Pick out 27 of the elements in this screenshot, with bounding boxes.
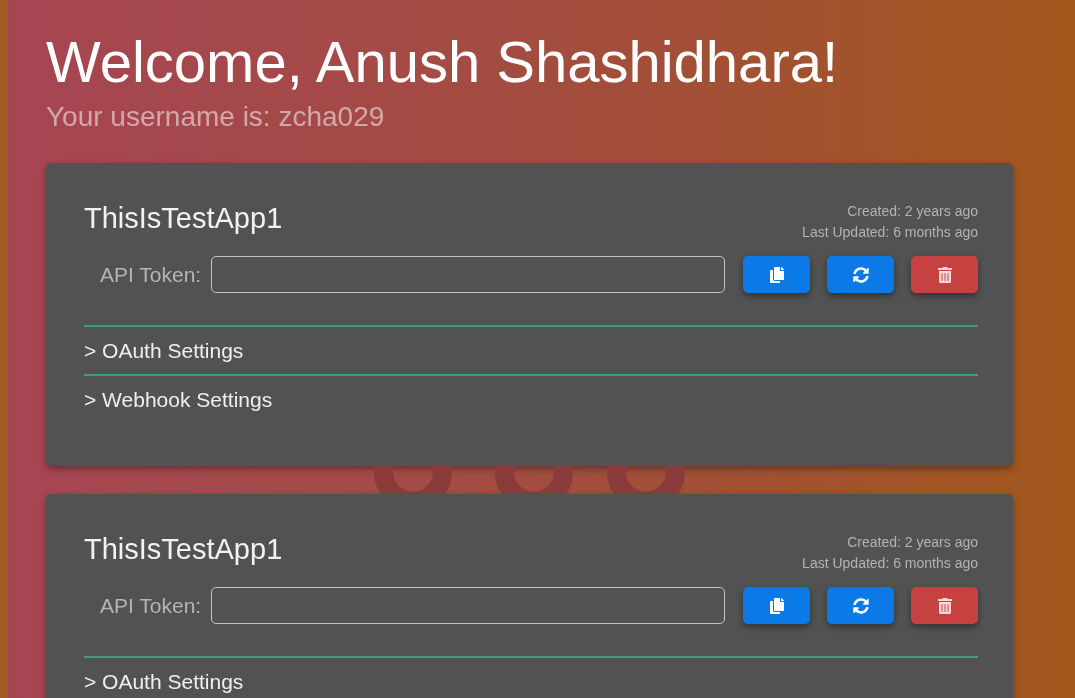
welcome-heading: Welcome, Anush Shashidhara! [46,29,840,96]
settings-section-toggle[interactable]: > OAuth Settings [84,656,978,698]
delete-button[interactable] [911,256,978,294]
copy-icon [768,597,785,614]
updated-text: Last Updated: 6 months ago [802,223,978,243]
trash-icon [936,266,953,283]
created-text: Created: 2 years ago [847,202,978,222]
username-text: Your username is: zcha029 [46,99,386,134]
app-title: ThisIsTestApp1 [84,532,283,568]
api-token-label: API Token: [100,593,202,618]
copy-button[interactable] [743,587,810,625]
copy-icon [768,266,785,283]
created-text: Created: 2 years ago [847,533,978,553]
app-title: ThisIsTestApp1 [84,201,283,237]
api-token-field[interactable] [211,587,725,625]
refresh-icon [852,266,869,283]
updated-text: Last Updated: 6 months ago [802,554,978,574]
refresh-button[interactable] [827,256,894,294]
settings-section-toggle[interactable]: > Webhook Settings [84,374,978,424]
api-token-label: API Token: [100,262,202,287]
copy-button[interactable] [743,256,810,294]
trash-icon [936,597,953,614]
refresh-icon [852,597,869,614]
settings-section-toggle[interactable]: > OAuth Settings [84,325,978,375]
api-token-field[interactable] [211,256,725,294]
refresh-button[interactable] [827,587,894,625]
delete-button[interactable] [911,587,978,625]
